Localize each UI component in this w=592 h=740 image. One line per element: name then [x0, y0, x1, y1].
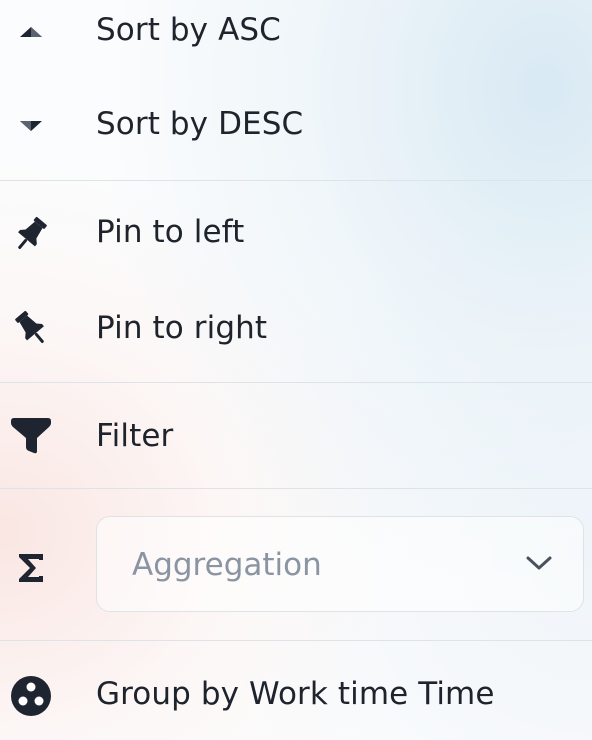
group-by-item[interactable]: Group by Work time Time — [0, 664, 592, 728]
pin-left-label: Pin to left — [96, 214, 245, 250]
filter-icon — [8, 414, 54, 458]
pin-right-label: Pin to right — [96, 310, 268, 346]
pin-left-icon — [8, 214, 54, 254]
sort-asc-item[interactable]: Sort by ASC — [0, 0, 592, 64]
sort-desc-item[interactable]: Sort by DESC — [0, 96, 592, 160]
divider — [0, 382, 592, 383]
divider — [0, 640, 592, 641]
aggregation-select[interactable]: Aggregation — [96, 516, 584, 612]
sigma-icon — [8, 548, 54, 588]
divider — [0, 180, 592, 181]
pin-right-item[interactable]: Pin to right — [0, 296, 592, 360]
divider — [0, 488, 592, 489]
filter-label: Filter — [96, 418, 174, 454]
pin-left-item[interactable]: Pin to left — [0, 200, 592, 264]
group-by-label: Group by Work time Time — [96, 676, 495, 712]
column-menu: Sort by ASC Sort by DESC Pin to left Pin… — [0, 0, 592, 740]
sort-desc-label: Sort by DESC — [96, 106, 304, 142]
filter-item[interactable]: Filter — [0, 404, 592, 468]
chevron-down-icon — [525, 553, 553, 573]
aggregation-placeholder: Aggregation — [132, 547, 322, 583]
sort-desc-icon — [8, 114, 54, 138]
pin-right-icon — [8, 308, 54, 348]
group-icon — [8, 674, 54, 718]
sort-asc-icon — [8, 20, 54, 44]
sort-asc-label: Sort by ASC — [96, 12, 281, 48]
